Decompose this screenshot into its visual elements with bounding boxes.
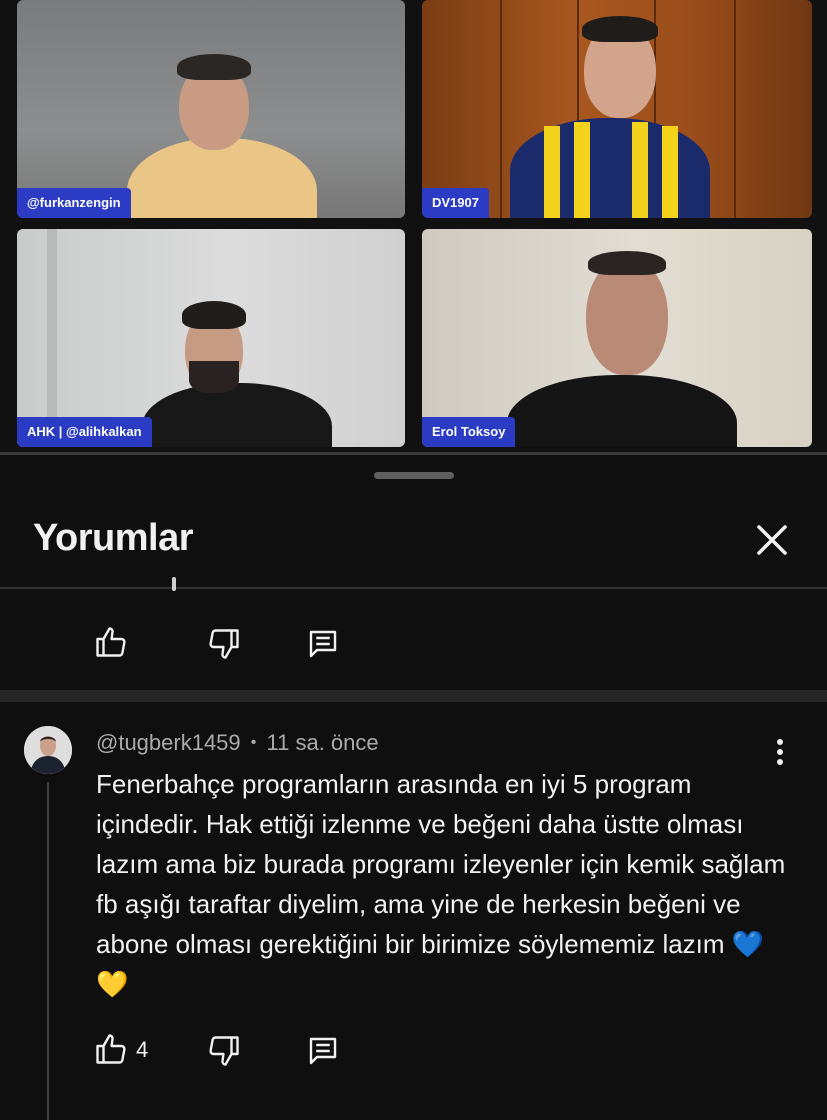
- participant-name-tag: @furkanzengin: [17, 188, 131, 218]
- like-count: 4: [136, 1037, 149, 1062]
- previous-comment-text-fragment: [172, 577, 176, 591]
- participant-tile-1: @furkanzengin: [17, 0, 405, 218]
- avatar-image: [24, 726, 72, 774]
- drag-handle[interactable]: [374, 472, 454, 479]
- comment-timestamp[interactable]: 11 sa. önce: [267, 730, 379, 755]
- comment-meta: @tugberk1459 • 11 sa. önce: [96, 730, 379, 756]
- dislike-button[interactable]: [206, 626, 242, 662]
- participant-figure: [182, 301, 246, 329]
- close-icon: [757, 525, 787, 555]
- header-divider: [0, 587, 827, 589]
- thumbs-down-icon: [209, 1036, 239, 1066]
- avatar[interactable]: [24, 726, 72, 774]
- close-button[interactable]: [750, 518, 794, 562]
- comments-title: Yorumlar: [33, 517, 194, 559]
- reply-button[interactable]: [305, 1033, 341, 1069]
- participant-figure: [507, 375, 737, 447]
- participant-figure: [127, 138, 317, 218]
- thumbs-down-icon: [209, 629, 239, 659]
- dislike-button[interactable]: [206, 1033, 242, 1069]
- participant-name-tag: Erol Toksoy: [422, 417, 516, 447]
- participant-figure: [177, 54, 251, 80]
- video-player[interactable]: @furkanzengin DV1907 AHK | @alihkalkan E…: [0, 0, 827, 452]
- participant-tile-3: AHK | @alihkalkan: [17, 229, 405, 447]
- reply-button[interactable]: [305, 626, 341, 662]
- reply-icon: [309, 630, 337, 658]
- participant-tile-2: DV1907: [422, 0, 812, 218]
- meta-separator: •: [250, 734, 257, 751]
- comment-author[interactable]: @tugberk1459: [96, 730, 241, 755]
- participant-figure: [510, 118, 710, 218]
- reply-thread-line: [47, 782, 49, 1120]
- participant-name-tag: AHK | @alihkalkan: [17, 417, 152, 447]
- comment-text: Fenerbahçe programların arasında en iyi …: [96, 769, 786, 999]
- like-button[interactable]: [93, 624, 129, 660]
- participant-tile-4: Erol Toksoy: [422, 229, 812, 447]
- participant-figure: [142, 383, 332, 447]
- participant-figure: [588, 251, 666, 275]
- thumbs-up-icon: [96, 1034, 126, 1064]
- like-button[interactable]: [93, 1031, 129, 1067]
- participant-figure: [582, 16, 658, 42]
- thumbs-up-icon: [96, 627, 126, 657]
- reply-icon: [309, 1037, 337, 1065]
- participant-name-tag: DV1907: [422, 188, 489, 218]
- comment-separator: [0, 690, 827, 702]
